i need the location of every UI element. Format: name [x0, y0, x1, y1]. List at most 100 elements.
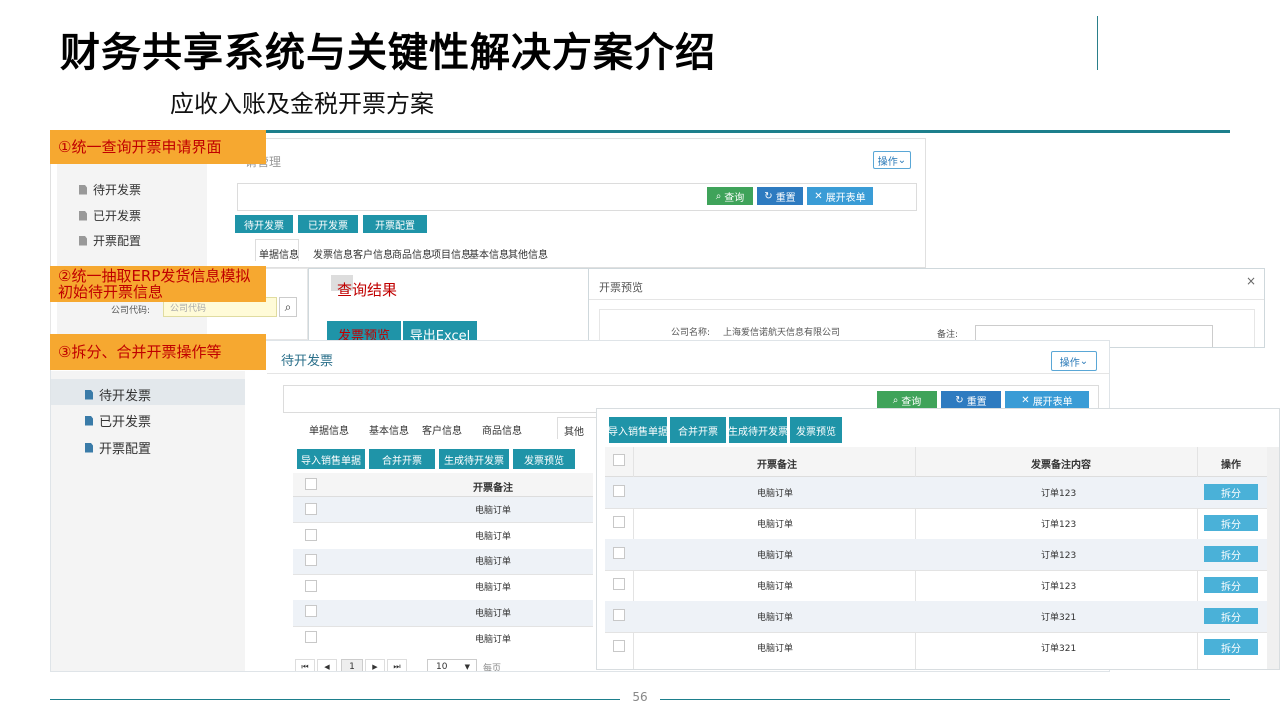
tab-customer[interactable]: 客户信息	[353, 246, 393, 261]
generate-pending-button[interactable]: 生成待开发票	[439, 449, 509, 469]
tab-other-box[interactable]: 其他	[557, 417, 597, 439]
tab-project[interactable]: 项目信息	[431, 246, 471, 261]
row-divider	[605, 508, 1267, 509]
tab-document[interactable]: 单据信息	[259, 246, 299, 261]
tab-button-pending[interactable]: 待开发票	[235, 215, 293, 233]
page-number: 56	[632, 690, 648, 704]
split-button[interactable]: 拆分	[1204, 515, 1258, 531]
row-checkbox[interactable]	[613, 485, 625, 497]
pager-next-button[interactable]: ▶	[365, 659, 385, 671]
row-checkbox[interactable]	[613, 547, 625, 559]
row-checkbox[interactable]	[613, 516, 625, 528]
ops-button[interactable]: 操作 ⌄	[1051, 351, 1097, 371]
select-all-checkbox[interactable]	[305, 478, 317, 490]
tab-product[interactable]: 商品信息	[392, 246, 432, 261]
pager-last-button[interactable]: ⏭	[387, 659, 407, 671]
sidebar-item-config[interactable]: 开票配置	[79, 232, 141, 249]
row-divider	[605, 570, 1267, 571]
pager-prev-button[interactable]: ◀	[317, 659, 337, 671]
row-checkbox[interactable]	[613, 640, 625, 652]
select-all-checkbox[interactable]	[613, 454, 625, 466]
row-divider	[293, 522, 593, 523]
sidebar-item-pending[interactable]: 待开发票	[85, 385, 151, 404]
search-icon[interactable]: ⌕	[279, 297, 297, 317]
table-header	[605, 447, 1267, 477]
row-checkbox[interactable]	[305, 605, 317, 617]
split-button[interactable]: 拆分	[1204, 546, 1258, 562]
company-name-value: 上海爱信诺航天信息有限公司	[723, 328, 841, 338]
table-row	[293, 497, 593, 523]
merge-invoice-button[interactable]: 合并开票	[670, 417, 726, 443]
tab-document[interactable]: 单据信息	[309, 422, 349, 437]
company-name-label: 公司名称:	[671, 328, 711, 338]
reset-button[interactable]: ↻ 重置	[757, 187, 803, 205]
document-icon	[79, 210, 87, 221]
document-icon	[85, 415, 93, 426]
tab-button-issued[interactable]: 已开发票	[298, 215, 358, 233]
column-header-content: 发票备注内容	[1031, 460, 1091, 471]
document-icon	[79, 184, 87, 195]
expand-form-button[interactable]: ✕ 展开表单	[807, 187, 873, 205]
row-checkbox[interactable]	[305, 631, 317, 643]
import-sales-button[interactable]: 导入销售单据	[608, 417, 668, 443]
row-note: 电脑订单	[475, 609, 512, 619]
document-icon	[85, 442, 93, 453]
row-checkbox[interactable]	[613, 609, 625, 621]
row-note: 电脑订单	[757, 582, 794, 592]
sidebar-item-issued[interactable]: 已开发票	[79, 207, 141, 224]
page-size-select[interactable]: 10 ▼	[427, 659, 477, 671]
row-checkbox[interactable]	[305, 503, 317, 515]
split-table-panel: 导入销售单据 合并开票 生成待开发票 发票预览 开票备注 发票备注内容 操作 电…	[596, 408, 1280, 670]
page-size-suffix: 每页	[483, 664, 502, 672]
table-row	[605, 477, 1267, 508]
close-icon[interactable]: ×	[1246, 274, 1256, 288]
import-sales-button[interactable]: 导入销售单据	[297, 449, 365, 469]
query-result-title: 查询结果	[337, 281, 398, 299]
row-note: 电脑订单	[475, 557, 512, 567]
tab-product[interactable]: 商品信息	[482, 422, 522, 437]
tab-invoice[interactable]: 发票信息	[313, 246, 353, 261]
row-note: 电脑订单	[475, 583, 512, 593]
callout-2: ②统一抽取ERP发货信息模拟初始待开票信息	[50, 266, 266, 302]
expand-form-button[interactable]: ✕ 展开表单	[1005, 391, 1089, 409]
split-button[interactable]: 拆分	[1204, 484, 1258, 500]
row-checkbox[interactable]	[613, 578, 625, 590]
query-button[interactable]: ⌕ 查询	[877, 391, 937, 409]
tab-basic[interactable]: 基本信息	[469, 246, 509, 261]
query-button[interactable]: ⌕ 查询	[707, 187, 753, 205]
header-divider	[1097, 16, 1098, 70]
merge-invoice-button[interactable]: 合并开票	[369, 449, 435, 469]
table-row	[605, 539, 1267, 570]
note-label: 备注:	[937, 330, 959, 340]
slide-title: 财务共享系统与关键性解决方案介绍	[60, 30, 716, 76]
row-note: 电脑订单	[475, 506, 512, 516]
expand-icon: ✕	[1021, 394, 1030, 406]
sidebar-item-pending[interactable]: 待开发票	[79, 181, 141, 198]
tab-basic[interactable]: 基本信息	[369, 422, 409, 437]
dialog-divider	[589, 299, 1264, 300]
pager-page-input[interactable]: 1	[341, 659, 363, 671]
reset-button[interactable]: ↻ 重置	[941, 391, 1001, 409]
row-checkbox[interactable]	[305, 554, 317, 566]
split-button[interactable]: 拆分	[1204, 608, 1258, 624]
footer-rule-right	[660, 699, 1230, 700]
sidebar-item-config[interactable]: 开票配置	[85, 438, 151, 457]
generate-pending-button[interactable]: 生成待开发票	[728, 417, 788, 443]
pager-first-button[interactable]: ⏮	[295, 659, 315, 671]
sidebar-item-issued[interactable]: 已开发票	[85, 411, 151, 430]
row-checkbox[interactable]	[305, 580, 317, 592]
split-button[interactable]: 拆分	[1204, 639, 1258, 655]
tab-other[interactable]: 其他信息	[508, 246, 548, 261]
row-divider	[605, 632, 1267, 633]
tab-customer[interactable]: 客户信息	[422, 422, 462, 437]
table-row	[605, 601, 1267, 632]
vertical-scrollbar[interactable]	[1267, 447, 1279, 669]
dialog-title: 开票预览	[599, 281, 643, 294]
slide-subtitle: 应收入账及金税开票方案	[170, 90, 434, 118]
invoice-preview-button[interactable]: 发票预览	[513, 449, 575, 469]
ops-button[interactable]: 操作 ⌄	[873, 151, 911, 169]
row-checkbox[interactable]	[305, 529, 317, 541]
split-button[interactable]: 拆分	[1204, 577, 1258, 593]
tab-button-config[interactable]: 开票配置	[363, 215, 427, 233]
invoice-preview-button[interactable]: 发票预览	[790, 417, 842, 443]
